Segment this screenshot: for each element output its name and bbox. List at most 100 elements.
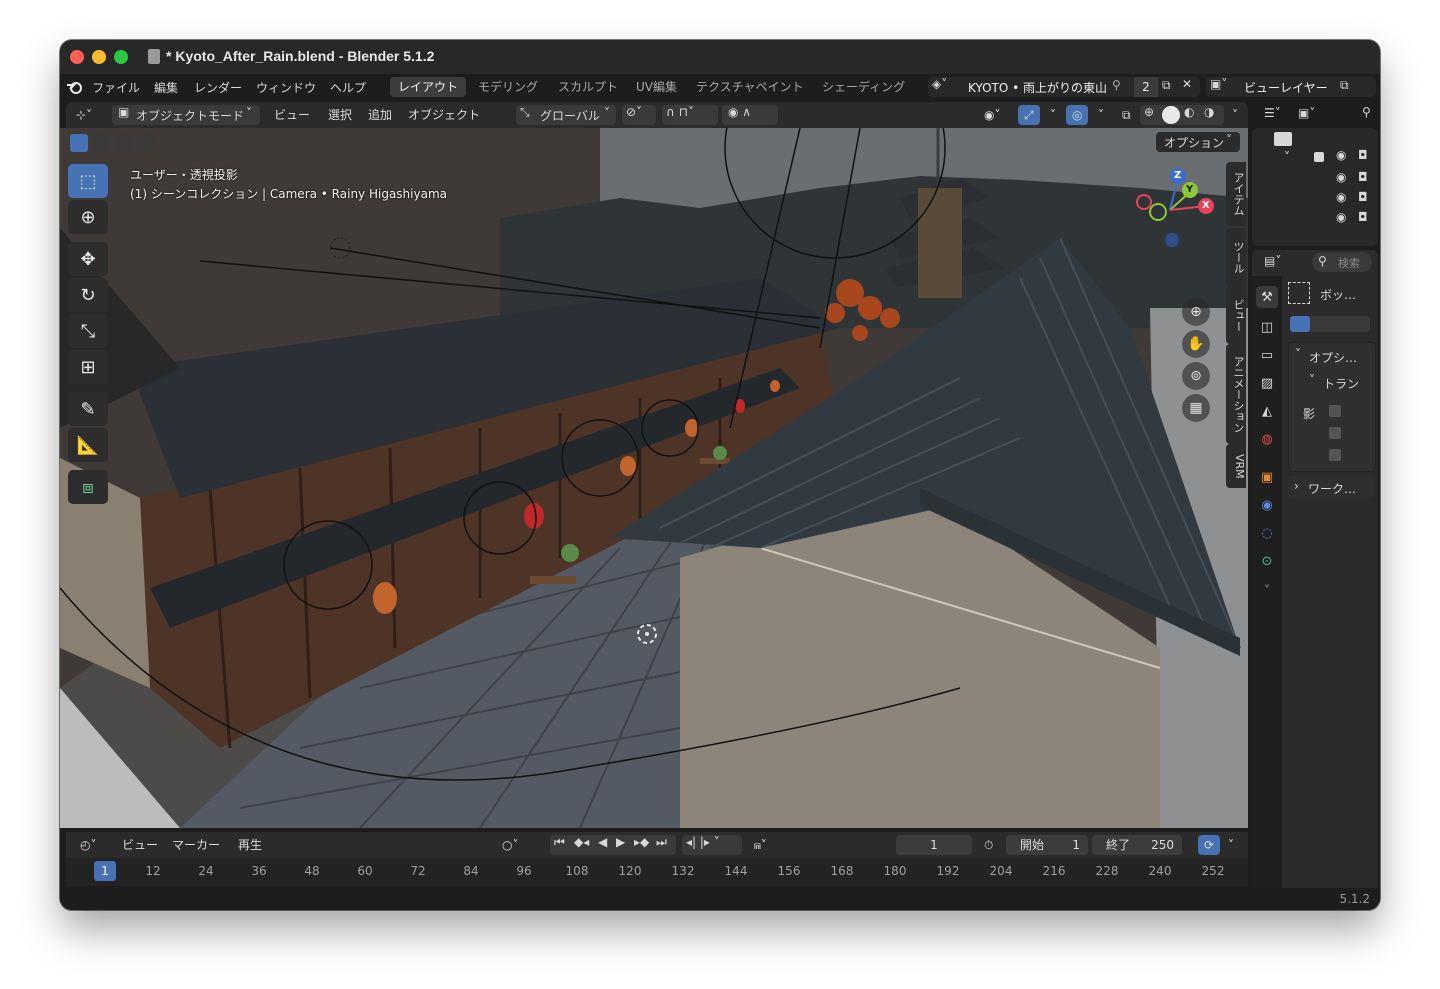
object-properties-tab[interactable]: ▣ xyxy=(1256,466,1278,488)
options-chevron-icon[interactable]: ˅ xyxy=(1295,347,1301,361)
sync-toggle-icon[interactable]: ⟳ xyxy=(1198,835,1221,855)
stopwatch-icon[interactable]: ⏱ xyxy=(978,835,999,855)
options-section-label[interactable]: オプシ… xyxy=(1309,349,1357,366)
play-icon[interactable]: ▶ xyxy=(616,835,625,849)
menu-view[interactable]: ビュー xyxy=(268,105,316,125)
jump-start-icon[interactable]: ⏮ xyxy=(554,835,565,850)
move-tool[interactable]: ✥ xyxy=(68,242,108,276)
timeline-menu-view[interactable]: ビュー xyxy=(116,835,164,855)
option-checkbox[interactable] xyxy=(1329,449,1341,461)
tab-sculpting[interactable]: スカルプト xyxy=(550,77,626,97)
current-frame-field[interactable]: 1 xyxy=(896,835,972,855)
modifier-properties-tab[interactable]: ◉ xyxy=(1256,494,1278,516)
subframe-controls[interactable]: ◂| |▸ ˅ xyxy=(682,835,742,855)
overlays-toggle-icon[interactable]: ◎ xyxy=(1066,105,1089,125)
select-new-icon[interactable] xyxy=(70,134,88,152)
camera-render-icon[interactable]: ◘ xyxy=(1358,148,1368,162)
pan-view-button[interactable]: ✋ xyxy=(1182,330,1210,358)
option-checkbox[interactable] xyxy=(1329,427,1341,439)
shading-modes[interactable]: ⊕ ◐ ◑ xyxy=(1140,105,1224,125)
add-cube-tool[interactable]: ⧈ xyxy=(68,470,108,504)
scene-selector[interactable]: ◈˅ KYOTO • 雨上がりの東山 ⚲ 2 ⧉ ✕ xyxy=(928,77,1200,97)
zoom-view-button[interactable]: ⊕ xyxy=(1182,298,1210,326)
auto-key-icon[interactable]: ○˅ xyxy=(496,835,524,855)
properties-type-icon[interactable]: ▤˅ xyxy=(1264,254,1281,268)
orientation-dropdown[interactable]: ⤡ グローバル ˅ xyxy=(516,105,616,125)
eye-icon[interactable]: ◉ xyxy=(1336,210,1346,224)
measure-tool[interactable]: 📐 xyxy=(68,428,108,462)
menu-add[interactable]: 追加 xyxy=(362,105,398,125)
select-mode-icons[interactable] xyxy=(70,134,170,152)
view-layer-properties-tab[interactable]: ▨ xyxy=(1256,372,1278,394)
material-shading-icon[interactable]: ◐ xyxy=(1184,105,1194,119)
camera-render-icon[interactable]: ◘ xyxy=(1358,170,1368,184)
expand-chevron-icon[interactable]: ˅ xyxy=(1284,150,1290,164)
ntab-item[interactable]: アイテム xyxy=(1226,162,1246,226)
solid-shading-icon[interactable] xyxy=(1162,106,1180,124)
snap-toggle[interactable]: ∩ ⊓˅ xyxy=(662,105,718,125)
view-layer-selector[interactable]: ▣˅ ビューレイヤー ⧉ xyxy=(1206,77,1376,97)
selection-mode-row[interactable] xyxy=(1290,316,1370,332)
3d-viewport[interactable]: ユーザー・透視投影 (1) シーンコレクション | Camera • Rainy… xyxy=(60,128,1248,828)
copy-scene-icon[interactable]: ⧉ xyxy=(1162,78,1171,93)
transform-chevron-icon[interactable]: ˅ xyxy=(1309,373,1315,387)
blender-logo-icon[interactable] xyxy=(66,79,84,95)
tab-shading[interactable]: シェーディング xyxy=(814,77,913,97)
rendered-shading-icon[interactable]: ◑ xyxy=(1204,105,1214,119)
zoom-window-button[interactable] xyxy=(114,50,128,64)
tab-layout[interactable]: レイアウト xyxy=(390,77,467,97)
eye-icon[interactable]: ◉ xyxy=(1336,170,1346,184)
camera-render-icon[interactable]: ◘ xyxy=(1358,210,1368,224)
render-properties-tab[interactable]: ◫ xyxy=(1256,316,1278,338)
ntab-animation[interactable]: アニメーション xyxy=(1226,344,1246,444)
menu-file[interactable]: ファイル xyxy=(92,79,140,96)
workspace-panel[interactable]: › ワーク… xyxy=(1288,476,1374,498)
display-mode-icon[interactable]: ▣˅ xyxy=(1298,106,1315,120)
menu-render[interactable]: レンダー xyxy=(194,79,242,96)
gizmo-toggle-icon[interactable]: ⤢ xyxy=(1018,105,1040,125)
collection-checkbox[interactable] xyxy=(1314,152,1324,162)
start-frame-field[interactable]: 開始 1 xyxy=(1006,835,1088,855)
ntab-view[interactable]: ビュー xyxy=(1226,286,1246,344)
keying-icon[interactable]: ⩎˅ xyxy=(748,835,773,855)
select-subtract-icon[interactable] xyxy=(114,134,132,152)
world-properties-tab[interactable]: ◍ xyxy=(1256,428,1278,450)
timeline-menu-marker[interactable]: マーカー xyxy=(166,835,226,855)
option-checkbox[interactable] xyxy=(1329,405,1341,417)
camera-render-icon[interactable]: ◘ xyxy=(1358,190,1368,204)
menu-select[interactable]: 選択 xyxy=(322,105,358,125)
select-box-tool[interactable]: ⬚ xyxy=(68,164,108,198)
menu-window[interactable]: ウィンドウ xyxy=(256,79,316,96)
options-dropdown[interactable]: オプション ˅ xyxy=(1156,132,1240,152)
eye-icon[interactable]: ◉ xyxy=(1336,148,1346,162)
active-tool-row[interactable]: ボッ… xyxy=(1288,282,1374,304)
tab-modeling[interactable]: モデリング xyxy=(470,77,546,97)
gizmo-dropdown-icon[interactable]: ˅ xyxy=(1044,105,1062,125)
pivot-dropdown[interactable]: ⊘˅ xyxy=(622,105,656,125)
proportional-edit-toggle[interactable]: ◉ ∧ xyxy=(722,105,778,125)
copy-view-layer-icon[interactable]: ⧉ xyxy=(1340,78,1349,93)
ortho-toggle-button[interactable]: ▦ xyxy=(1182,394,1210,422)
transform-tool[interactable]: ⊞ xyxy=(68,350,108,384)
play-reverse-icon[interactable]: ◀ xyxy=(598,835,607,849)
search-icon[interactable]: ⚲ xyxy=(1362,105,1371,119)
rotate-tool[interactable]: ↻ xyxy=(68,278,108,312)
eye-icon[interactable]: ◉ xyxy=(1336,190,1346,204)
properties-search[interactable]: ⚲ 検索 xyxy=(1312,252,1372,272)
overlays-dropdown-icon[interactable]: ˅ xyxy=(1092,105,1110,125)
jump-keyframe-back-icon[interactable]: ◆◂ xyxy=(574,835,589,849)
transform-section-label[interactable]: トラン xyxy=(1323,375,1359,392)
timeline-menu-playback[interactable]: 再生 xyxy=(232,835,268,855)
data-properties-tab[interactable]: ⊙ xyxy=(1256,550,1278,572)
timeline-editor-icon[interactable]: ◴˅ xyxy=(74,835,102,855)
camera-view-button[interactable]: ⊚ xyxy=(1182,362,1210,390)
pin-icon[interactable]: ⚲ xyxy=(1112,78,1121,92)
physics-properties-tab[interactable]: ◌ xyxy=(1256,522,1278,544)
delete-scene-icon[interactable]: ✕ xyxy=(1182,77,1192,91)
select-intersect-icon[interactable] xyxy=(136,134,154,152)
visibility-icon[interactable]: ◉˅ xyxy=(978,105,1006,125)
tool-properties-tab[interactable]: ⚒ xyxy=(1256,286,1278,308)
menu-edit[interactable]: 編集 xyxy=(154,79,178,96)
scale-tool[interactable]: ⤡ xyxy=(68,314,108,348)
outliner-type-icon[interactable]: ☰˅ xyxy=(1264,106,1281,120)
